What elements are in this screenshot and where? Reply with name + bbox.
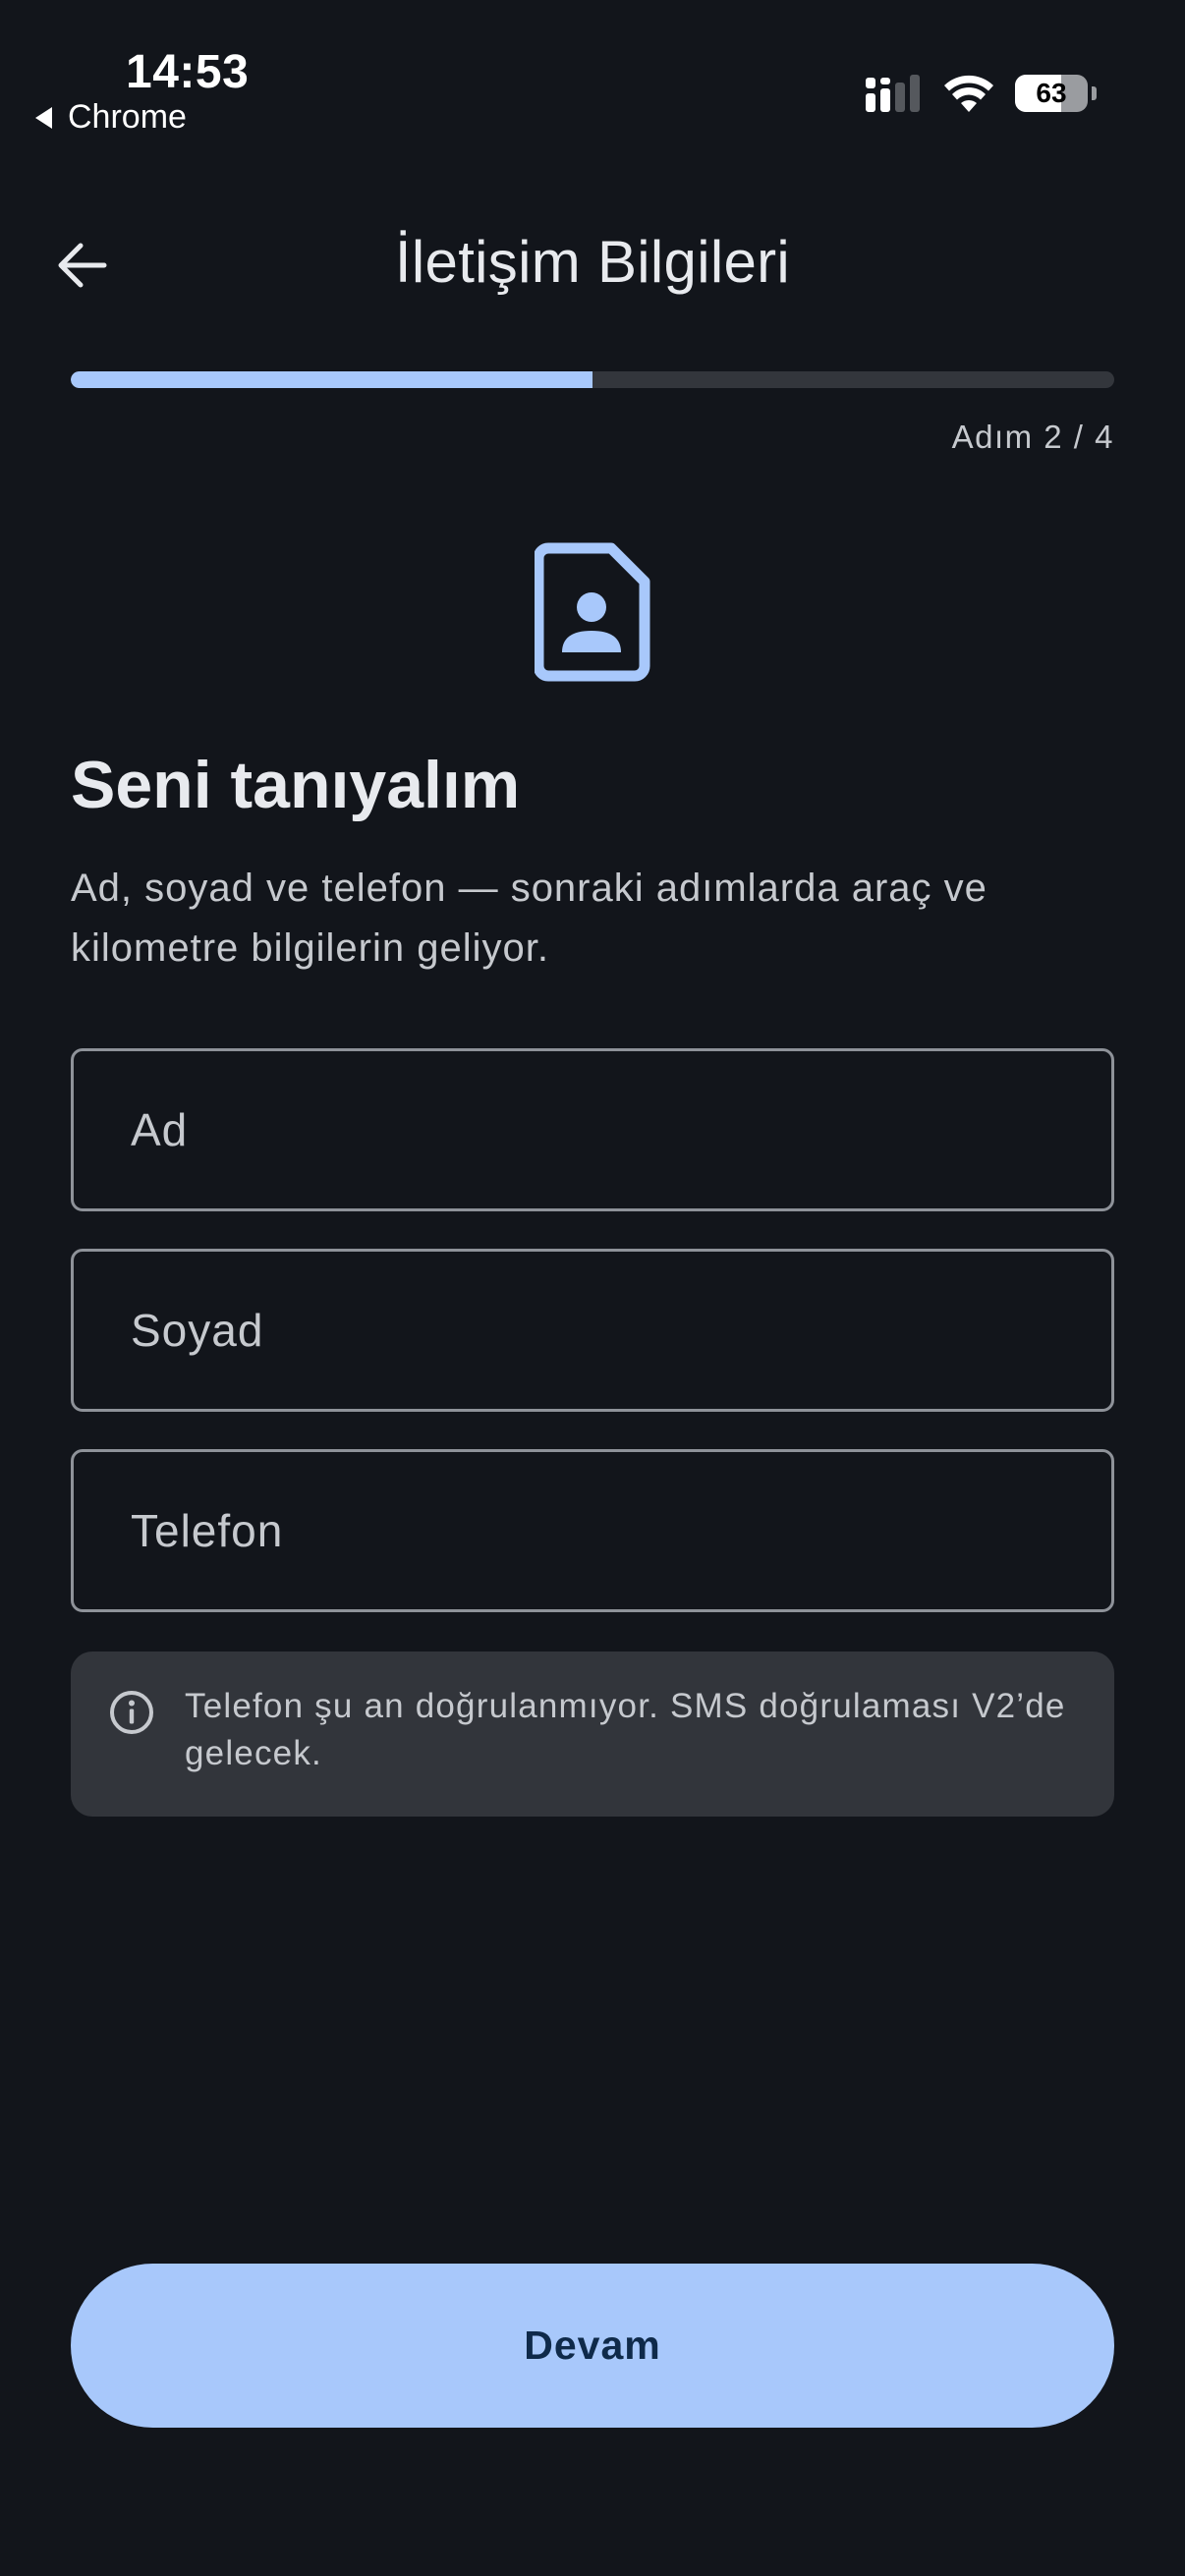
section-description: Ad, soyad ve telefon — sonraki adımlarda… [71, 867, 988, 970]
battery-indicator: 63 [1015, 75, 1097, 112]
first-name-field[interactable] [71, 1048, 1114, 1211]
info-icon [110, 1691, 153, 1734]
battery-icon: 63 [1015, 75, 1088, 112]
continue-button[interactable]: Devam [71, 2264, 1114, 2428]
back-triangle-icon [35, 106, 52, 129]
info-text: Telefon şu an doğrulanmıyor. SMS doğrula… [185, 1687, 1066, 1772]
info-notice: Telefon şu an doğrulanmıyor. SMS doğrula… [71, 1652, 1114, 1817]
status-time: 14:53 [126, 46, 250, 98]
wifi-icon [944, 75, 993, 112]
cellular-signal-icon [866, 75, 920, 112]
contact-card-icon [535, 542, 650, 682]
status-indicators: 63 [866, 75, 1097, 112]
back-to-app[interactable]: Chrome [35, 98, 187, 137]
progress-bar [71, 371, 1114, 388]
last-name-field[interactable] [71, 1249, 1114, 1412]
section-title: Seni tanıyalım [71, 748, 521, 822]
back-app-label: Chrome [68, 98, 187, 136]
last-name-input[interactable] [74, 1252, 1111, 1409]
page-title: İletişim Bilgileri [394, 229, 791, 295]
phone-input[interactable] [74, 1452, 1111, 1609]
progress-fill [71, 371, 592, 388]
phone-field[interactable] [71, 1449, 1114, 1612]
first-name-input[interactable] [74, 1051, 1111, 1208]
continue-button-label: Devam [524, 2323, 661, 2368]
battery-tip [1092, 86, 1097, 100]
battery-percent: 63 [1036, 78, 1067, 108]
step-indicator: Adım 2 / 4 [951, 419, 1114, 455]
